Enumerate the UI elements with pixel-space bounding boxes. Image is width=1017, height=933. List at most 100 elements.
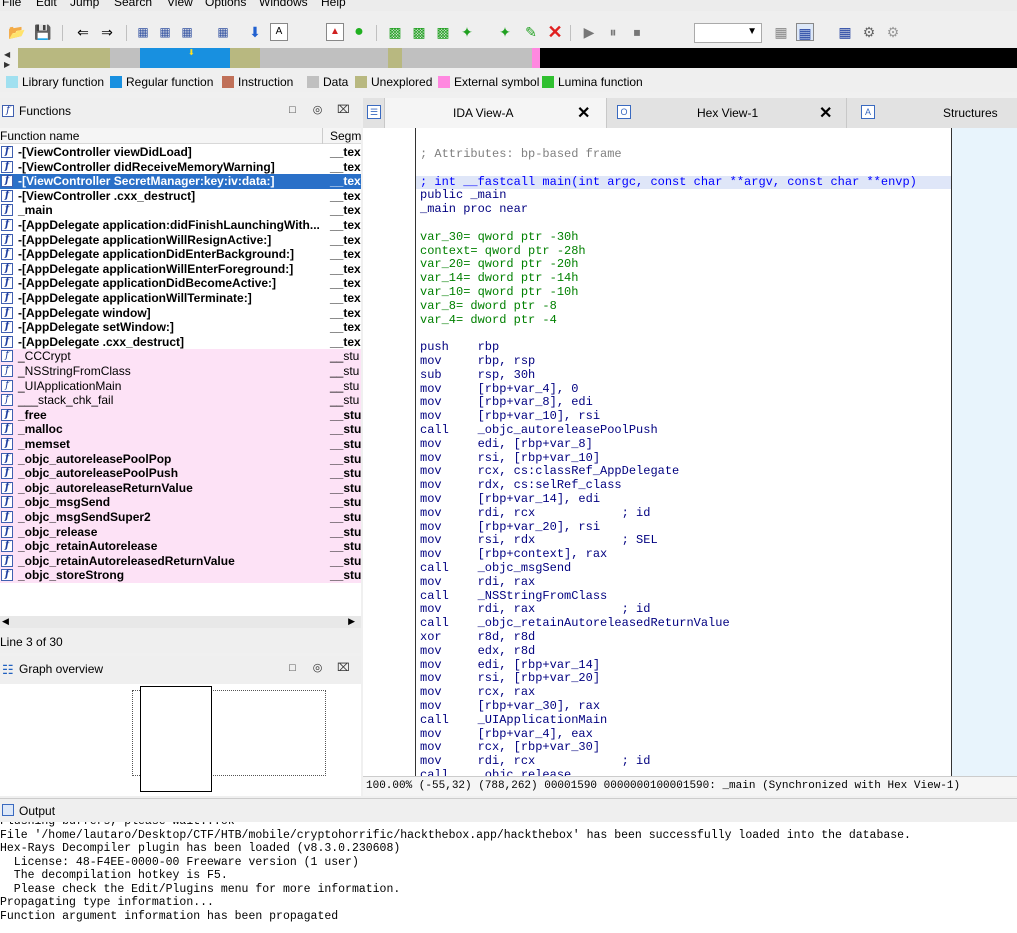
debugger-select[interactable]: ▼ (694, 23, 762, 43)
proximity-icon[interactable]: ⚙ (860, 23, 878, 41)
function-row[interactable]: f -[ViewController didReceiveMemoryWarnin… (0, 160, 361, 175)
column-function-name[interactable]: Function name (0, 129, 79, 143)
function-row[interactable]: f -[AppDelegate applicationWillTerminate:… (0, 291, 361, 306)
disasm-line[interactable]: mov rdi, rax (420, 575, 535, 590)
function-row[interactable]: f _objc_storeStrong __stu (0, 568, 361, 583)
menu-windows[interactable]: Windows (259, 0, 308, 9)
tab-list-button[interactable]: ☰ (363, 98, 385, 128)
function-row[interactable]: f _objc_retainAutoreleasedReturnValue __st… (0, 553, 361, 569)
restore-icon[interactable]: □ (287, 663, 298, 674)
graph-icon[interactable]: ▦ (836, 23, 854, 41)
menu-jump[interactable]: Jump (70, 0, 99, 9)
search-next-icon[interactable]: ▦ (214, 23, 232, 41)
function-row[interactable]: f ___stack_chk_fail __stu (0, 393, 361, 408)
disasm-line[interactable]: call _objc_autoreleasePoolPush (420, 423, 658, 438)
text-search-icon[interactable]: ▦ (156, 23, 174, 41)
close-tab-icon[interactable]: ✕ (577, 103, 590, 123)
horizontal-scrollbar[interactable]: ◀ ▶ (0, 616, 361, 628)
add-enum-icon[interactable]: ▩ (434, 23, 452, 41)
disasm-line[interactable]: mov edi, [rbp+var_14] (420, 658, 600, 673)
disasm-line[interactable]: push rbp (420, 340, 499, 355)
back-arrow-icon[interactable]: ⇐ (74, 23, 92, 41)
function-row[interactable]: f -[AppDelegate window] __tex (0, 306, 361, 321)
function-row[interactable]: f -[AppDelegate applicationWillEnterForeg… (0, 262, 361, 277)
output-window[interactable]: Flushing buffers, please wait...okFile '… (0, 822, 1017, 933)
disasm-line[interactable]: mov [rbp+context], rax (420, 547, 607, 562)
pause-icon[interactable]: ⏸ (604, 23, 622, 41)
green-circle-icon[interactable]: ● (350, 23, 368, 41)
disasm-line[interactable]: mov rsi, rdx ; SEL (420, 534, 658, 548)
function-row[interactable]: f _NSStringFromClass __stu (0, 364, 361, 379)
function-row[interactable]: f _objc_msgSendSuper2 __stu (0, 510, 361, 525)
functions-list[interactable]: Function name Segm f -[ViewController vie… (0, 128, 361, 616)
add-item-icon[interactable]: ✦ (458, 23, 476, 41)
function-row[interactable]: f _objc_autoreleaseReturnValue __stu (0, 480, 361, 496)
function-row[interactable]: f _memset __stu (0, 437, 361, 452)
disasm-line[interactable]: mov rcx, rax (420, 685, 535, 700)
function-row[interactable]: f _free __stu (0, 407, 361, 423)
binary-search-icon[interactable]: ▦ (134, 23, 152, 41)
disasm-line[interactable]: mov edi, [rbp+var_8] (420, 437, 593, 452)
function-row[interactable]: f _objc_autoreleasePoolPush __stu (0, 466, 361, 481)
tab-ida-view-a[interactable]: IDA View-A ✕ (385, 98, 607, 128)
scroll-right-icon[interactable]: ▶ (348, 616, 355, 627)
save-icon[interactable]: 💾 (34, 23, 52, 41)
disasm-line[interactable]: mov rcx, [rbp+var_30] (420, 741, 600, 755)
function-row[interactable]: f -[AppDelegate applicationDidEnterBackgr… (0, 247, 361, 262)
debugger-icon[interactable]: ▲ (326, 23, 344, 41)
disasm-line[interactable]: mov [rbp+var_8], edi (420, 396, 593, 410)
disasm-line[interactable]: public _main (420, 189, 506, 203)
disasm-line[interactable]: mov rbp, rsp (420, 354, 535, 369)
delete-icon[interactable]: ✕ (546, 23, 564, 41)
menu-edit[interactable]: Edit (36, 0, 57, 9)
open-folder-icon[interactable]: 📂 (8, 23, 26, 41)
menu-search[interactable]: Search (114, 0, 152, 9)
nav-left-arrow-icon[interactable]: ◀ (4, 50, 10, 59)
restore-icon[interactable]: □ (287, 105, 298, 116)
disasm-line[interactable]: sub rsp, 30h (420, 368, 535, 383)
disasm-line[interactable]: ; Attributes: bp-based frame (420, 147, 622, 162)
jump-down-icon[interactable]: ⬇ (246, 23, 264, 41)
disasm-line[interactable]: mov rdi, rax ; id (420, 603, 650, 617)
disasm-line[interactable]: ; int __fastcall main(int argc, const ch… (416, 175, 951, 190)
tab-structures[interactable]: A Structures (847, 98, 1017, 128)
close-tab-icon[interactable]: ✕ (819, 103, 832, 123)
disasm-line[interactable]: mov [rbp+var_14], edi (420, 492, 600, 507)
graph-overview-canvas[interactable] (0, 684, 361, 796)
menu-view[interactable]: View (167, 0, 193, 9)
stop-icon[interactable]: ⏹ (628, 23, 646, 41)
nav-right-arrow-icon[interactable]: ▶ (4, 60, 10, 69)
function-row[interactable]: f _malloc __stu (0, 422, 361, 437)
function-row[interactable]: f _objc_msgSend __stu (0, 495, 361, 510)
disasm-line[interactable]: call _NSStringFromClass (420, 589, 607, 604)
disasm-line[interactable]: mov rdi, rcx ; id (420, 506, 650, 521)
navigation-band[interactable]: ◀ ▶ ⬇ (0, 46, 1017, 72)
function-row[interactable]: f _objc_release __stu (0, 524, 361, 540)
disasm-code-block[interactable]: ; Attributes: bp-based frame ; int __fast… (415, 128, 952, 776)
function-row[interactable]: f -[ViewController .cxx_destruct] __tex (0, 189, 361, 204)
forward-arrow-icon[interactable]: ⇒ (98, 23, 116, 41)
play-icon[interactable]: ▶ (580, 23, 598, 41)
close-icon[interactable]: ⌧ (337, 663, 350, 674)
disasm-line[interactable]: call _UIApplicationMain (420, 713, 607, 728)
disasm-line[interactable]: var_30= qword ptr -30h (420, 230, 578, 245)
disasm-line[interactable]: mov [rbp+var_10], rsi (420, 409, 600, 424)
disasm-line[interactable]: call _objc_retainAutoreleasedReturnValue (420, 616, 730, 631)
disasm-line[interactable]: xor r8d, r8d (420, 630, 535, 645)
function-row[interactable]: f _objc_autoreleasePoolPop __stu (0, 451, 361, 467)
create-function-icon[interactable]: ▩ (386, 23, 404, 41)
flowchart-icon[interactable]: ⚙ (884, 23, 902, 41)
function-row[interactable]: f -[ViewController SecretManager:key:iv:d… (0, 174, 361, 189)
menu-file[interactable]: File (2, 0, 21, 9)
float-icon[interactable]: ◎ (312, 663, 323, 674)
function-row[interactable]: f _objc_retainAutorelease __stu (0, 539, 361, 554)
function-row[interactable]: f -[ViewController viewDidLoad] __tex (0, 145, 361, 160)
disasm-line[interactable]: mov rdi, rcx ; id (420, 754, 650, 769)
function-row[interactable]: f -[AppDelegate applicationDidBecomeActiv… (0, 276, 361, 291)
menu-help[interactable]: Help (321, 0, 346, 9)
function-row[interactable]: f _UIApplicationMain __stu (0, 378, 361, 394)
add-breakpoint-icon[interactable]: ✦ (496, 23, 514, 41)
function-row[interactable]: f _CCCrypt __stu (0, 349, 361, 364)
scroll-left-icon[interactable]: ◀ (2, 616, 9, 627)
disasm-line[interactable]: var_20= qword ptr -20h (420, 258, 578, 272)
